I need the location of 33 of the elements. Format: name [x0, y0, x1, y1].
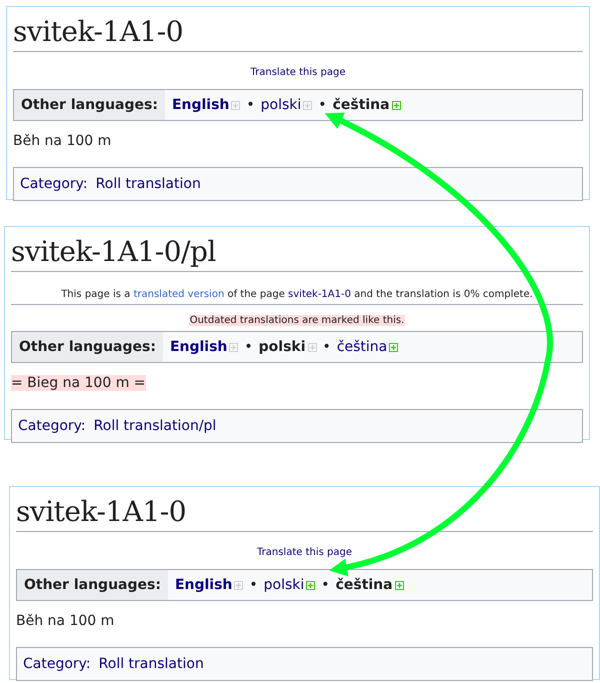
translate-link[interactable]: Translate this page — [250, 66, 346, 78]
page-title: svitek-1A1-0 — [13, 9, 583, 52]
notice-text: This page is a translated version of the page svitek-1A1-0 and the translation is 0% complete. — [11, 288, 583, 305]
language-link[interactable]: English — [174, 576, 232, 593]
language-link[interactable]: polski — [264, 576, 304, 593]
link[interactable]: translated version — [133, 288, 224, 300]
language-link[interactable]: čeština — [336, 338, 388, 355]
category-label[interactable]: Category: — [23, 656, 91, 672]
category-link[interactable]: Roll translation — [96, 176, 201, 192]
content-heading: = Bieg na 100 m = — [11, 374, 146, 391]
languages-label: Other languages: — [21, 96, 158, 113]
language-link[interactable]: English — [172, 96, 230, 113]
content-heading: Běh na 100 m — [16, 612, 114, 629]
bullet: • — [322, 338, 331, 355]
language-link[interactable]: polski — [260, 96, 302, 113]
category-label[interactable]: Category: — [20, 176, 88, 192]
page-title: svitek-1A1-0 — [16, 489, 593, 532]
bullet: • — [318, 96, 327, 113]
outdated-notice: Outdated translations are marked like this. — [188, 314, 406, 326]
link[interactable]: svitek-1A1-0 — [288, 288, 351, 300]
category-link[interactable]: Roll translation — [98, 656, 204, 672]
bullet: • — [246, 96, 255, 113]
category-link[interactable]: Roll translation/pl — [94, 418, 216, 434]
page-title: svitek-1A1-0/pl — [11, 229, 583, 272]
content-heading: Běh na 100 m — [13, 132, 112, 149]
language-link[interactable]: English — [170, 338, 228, 355]
bullet: • — [244, 338, 253, 355]
category-label[interactable]: Category: — [18, 418, 86, 434]
bullet: • — [321, 576, 330, 593]
bullet: • — [249, 576, 258, 593]
translate-link[interactable]: Translate this page — [257, 546, 352, 558]
languages-label: Other languages: — [19, 338, 156, 355]
languages-label: Other languages: — [24, 576, 161, 593]
